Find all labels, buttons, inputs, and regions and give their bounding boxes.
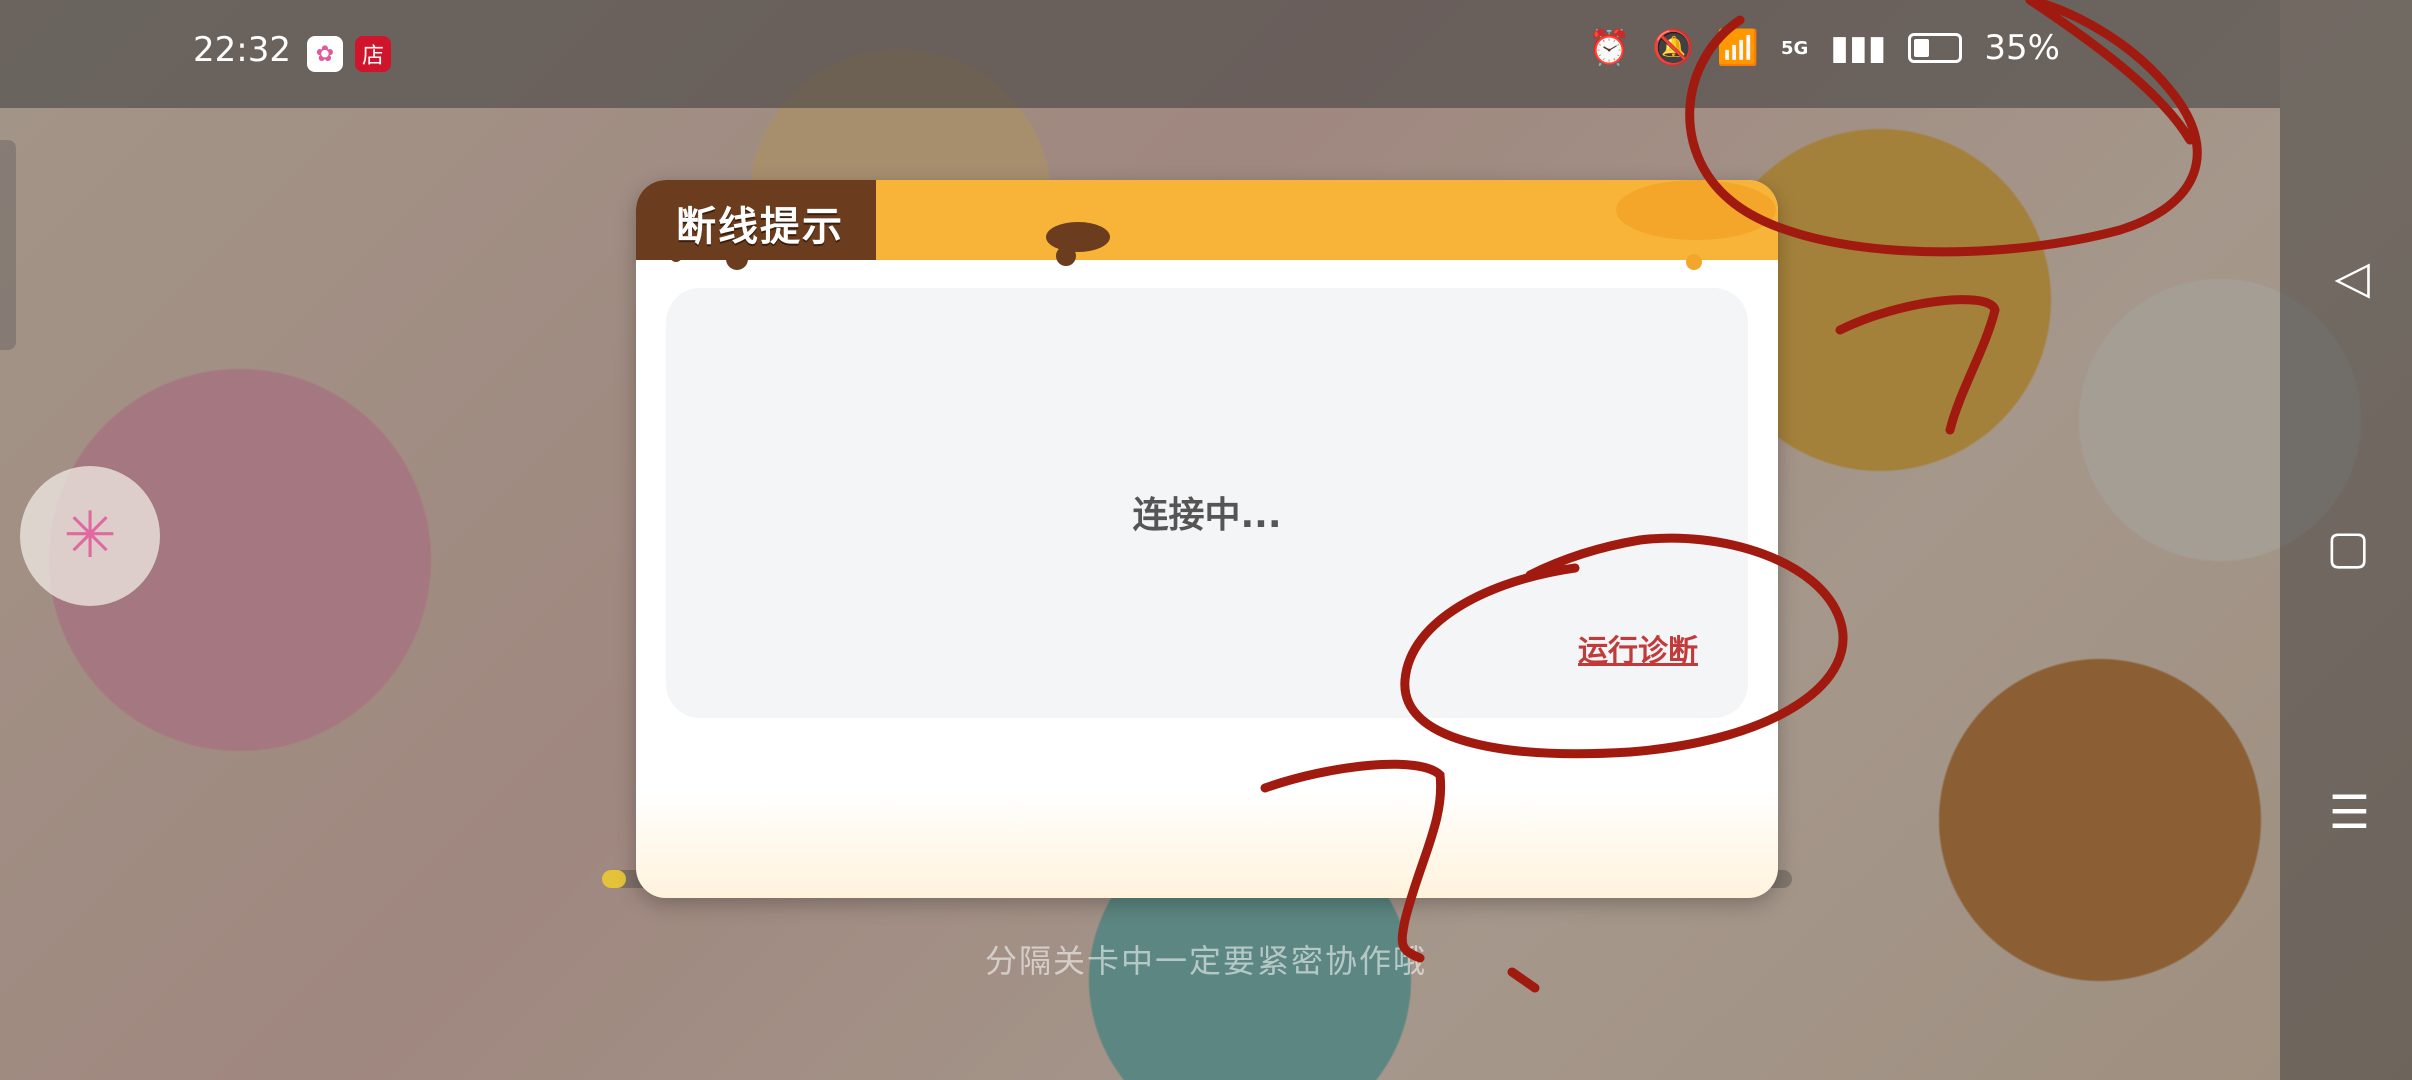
annotation-dot <box>1507 967 1540 993</box>
annotation-question-mark <box>1260 759 1446 963</box>
annotation-stroke <box>2025 0 2195 145</box>
annotation-circle-status <box>1685 0 2202 257</box>
hand-drawn-annotation <box>1260 0 2202 993</box>
annotation-question-mark <box>1835 295 2000 435</box>
annotation-circle-diagnose <box>1400 533 1848 759</box>
